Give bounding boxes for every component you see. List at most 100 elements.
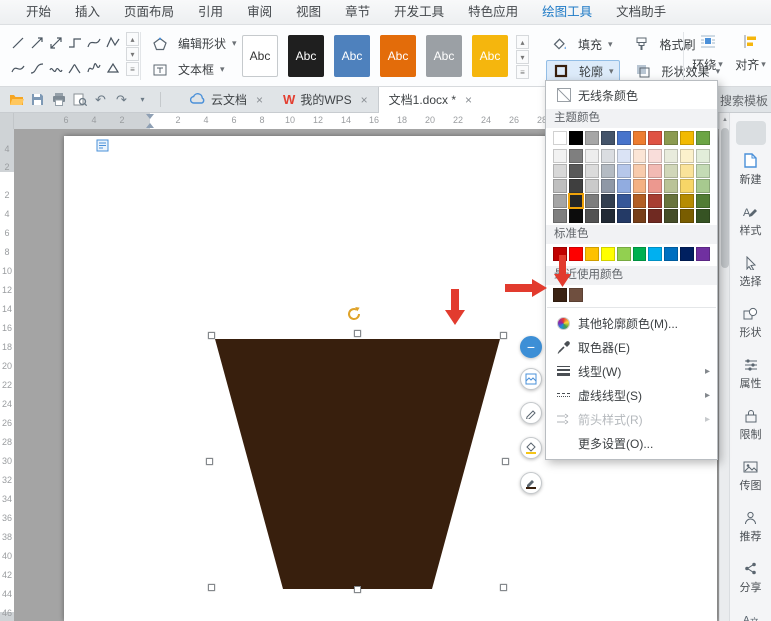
color-swatch[interactable] bbox=[569, 149, 583, 163]
color-swatch[interactable] bbox=[617, 209, 631, 223]
menu-tab[interactable]: 开始 bbox=[14, 0, 63, 24]
color-swatch[interactable] bbox=[585, 179, 599, 193]
selection-handle[interactable] bbox=[354, 586, 361, 593]
tab-close-icon[interactable]: × bbox=[256, 93, 263, 107]
color-swatch[interactable] bbox=[601, 194, 615, 208]
closed-curve-tool-icon[interactable] bbox=[103, 56, 122, 82]
document-tab[interactable]: 文档1.docx *× bbox=[378, 87, 548, 113]
color-swatch[interactable] bbox=[664, 209, 678, 223]
menu-tab[interactable]: 章节 bbox=[333, 0, 382, 24]
color-swatch[interactable] bbox=[696, 131, 710, 145]
color-swatch[interactable] bbox=[633, 247, 647, 261]
shape-style-preset[interactable]: Abc bbox=[380, 35, 416, 77]
color-swatch[interactable] bbox=[553, 209, 567, 223]
color-swatch[interactable] bbox=[633, 209, 647, 223]
sidebar-item-recommend[interactable]: 推荐 bbox=[740, 510, 762, 544]
color-swatch[interactable] bbox=[617, 131, 631, 145]
fill-color-button[interactable]: 填充 ▾ bbox=[546, 33, 618, 56]
menu-item-line-weight[interactable]: 线型(W)▸ bbox=[546, 359, 717, 383]
color-swatch[interactable] bbox=[617, 194, 631, 208]
color-swatch[interactable] bbox=[553, 247, 567, 261]
sidebar-item-translate[interactable]: A文翻译 bbox=[740, 612, 762, 621]
document-tab[interactable]: 云文档× bbox=[180, 87, 273, 113]
sidebar-item-upload-image[interactable]: 传图 bbox=[740, 459, 762, 493]
color-swatch[interactable] bbox=[664, 131, 678, 145]
arrow-line-tool-icon[interactable] bbox=[27, 30, 46, 56]
menu-tab[interactable]: 审阅 bbox=[235, 0, 284, 24]
collapse-minus-button[interactable]: − bbox=[520, 336, 542, 358]
menu-tab[interactable]: 开发工具 bbox=[382, 0, 456, 24]
selection-handle[interactable] bbox=[500, 584, 507, 591]
wave-tool-icon[interactable] bbox=[46, 56, 65, 82]
color-swatch[interactable] bbox=[648, 149, 662, 163]
s-curve-tool-icon[interactable] bbox=[27, 56, 46, 82]
rotation-handle[interactable] bbox=[346, 306, 362, 325]
sidebar-item-share[interactable]: 分享 bbox=[740, 561, 762, 595]
gallery-up-icon[interactable]: ▴ bbox=[126, 32, 139, 46]
color-swatch[interactable] bbox=[585, 164, 599, 178]
color-swatch[interactable] bbox=[680, 247, 694, 261]
color-swatch[interactable] bbox=[696, 179, 710, 193]
sidebar-item-properties[interactable]: 属性 bbox=[740, 357, 762, 391]
color-swatch[interactable] bbox=[553, 149, 567, 163]
first-line-indent-icon[interactable] bbox=[146, 114, 154, 119]
color-swatch[interactable] bbox=[585, 209, 599, 223]
redo-button[interactable]: ↷ bbox=[111, 89, 132, 111]
align-button[interactable]: 对齐▾ bbox=[731, 31, 770, 73]
color-swatch[interactable] bbox=[648, 194, 662, 208]
color-swatch[interactable] bbox=[648, 179, 662, 193]
color-swatch[interactable] bbox=[585, 131, 599, 145]
line-tool-icon[interactable] bbox=[8, 30, 27, 56]
gallery-down-icon[interactable]: ▾ bbox=[126, 47, 139, 61]
toolbar-more-button[interactable]: ▾ bbox=[132, 89, 153, 111]
color-swatch[interactable] bbox=[633, 164, 647, 178]
color-swatch[interactable] bbox=[617, 164, 631, 178]
color-swatch[interactable] bbox=[601, 179, 615, 193]
color-swatch[interactable] bbox=[648, 131, 662, 145]
menu-item-color-wheel[interactable]: 其他轮廓颜色(M)... bbox=[546, 311, 717, 335]
color-swatch[interactable] bbox=[617, 247, 631, 261]
outline-color-button[interactable] bbox=[520, 472, 542, 494]
color-swatch[interactable] bbox=[601, 247, 615, 261]
shape-style-preset[interactable]: Abc bbox=[472, 35, 508, 77]
sidebar-item-shape[interactable]: 形状 bbox=[740, 306, 762, 340]
sidebar-item-select-cursor[interactable]: 选择 bbox=[740, 255, 762, 289]
text-box-button[interactable]: 文本框 ▾ bbox=[146, 58, 242, 81]
save-button[interactable] bbox=[27, 89, 48, 111]
color-swatch[interactable] bbox=[553, 131, 567, 145]
color-swatch[interactable] bbox=[696, 247, 710, 261]
color-swatch[interactable] bbox=[553, 164, 567, 178]
selection-handle[interactable] bbox=[500, 332, 507, 339]
open-folder-button[interactable] bbox=[6, 89, 27, 111]
menu-tab[interactable]: 引用 bbox=[186, 0, 235, 24]
sidebar-collapse-handle[interactable] bbox=[736, 121, 766, 145]
gallery-more-icon[interactable]: ≡ bbox=[126, 62, 139, 76]
elbow-tool-icon[interactable] bbox=[65, 30, 84, 56]
color-swatch[interactable] bbox=[569, 179, 583, 193]
menu-item-more-settings[interactable]: 更多设置(O)... bbox=[546, 431, 717, 455]
double-arrow-tool-icon[interactable] bbox=[46, 30, 65, 56]
color-swatch[interactable] bbox=[569, 247, 583, 261]
curve2-tool-icon[interactable] bbox=[8, 56, 27, 82]
style-pen-button[interactable] bbox=[520, 402, 542, 424]
freeform-tool-icon[interactable] bbox=[103, 30, 122, 56]
menu-item-arrow-style[interactable]: 箭头样式(R)▸ bbox=[546, 407, 717, 431]
color-swatch[interactable] bbox=[569, 194, 583, 208]
gallery-more-icon[interactable]: ≡ bbox=[516, 65, 529, 79]
color-swatch[interactable] bbox=[633, 179, 647, 193]
color-swatch[interactable] bbox=[569, 209, 583, 223]
color-swatch[interactable] bbox=[601, 131, 615, 145]
wrap-button[interactable]: 环绕▾ bbox=[688, 31, 727, 73]
gallery-down-icon[interactable]: ▾ bbox=[516, 50, 529, 64]
color-swatch[interactable] bbox=[680, 164, 694, 178]
tab-close-icon[interactable]: × bbox=[361, 93, 368, 107]
sidebar-item-restrict[interactable]: 限制 bbox=[740, 408, 762, 442]
shape-style-preset[interactable]: Abc bbox=[288, 35, 324, 77]
menu-item-no-line-color[interactable]: 无线条颜色 bbox=[546, 83, 717, 107]
color-swatch[interactable] bbox=[585, 247, 599, 261]
color-swatch[interactable] bbox=[633, 131, 647, 145]
color-swatch[interactable] bbox=[696, 194, 710, 208]
selection-handle[interactable] bbox=[502, 458, 509, 465]
page-options-icon[interactable] bbox=[96, 139, 109, 155]
color-swatch[interactable] bbox=[617, 179, 631, 193]
